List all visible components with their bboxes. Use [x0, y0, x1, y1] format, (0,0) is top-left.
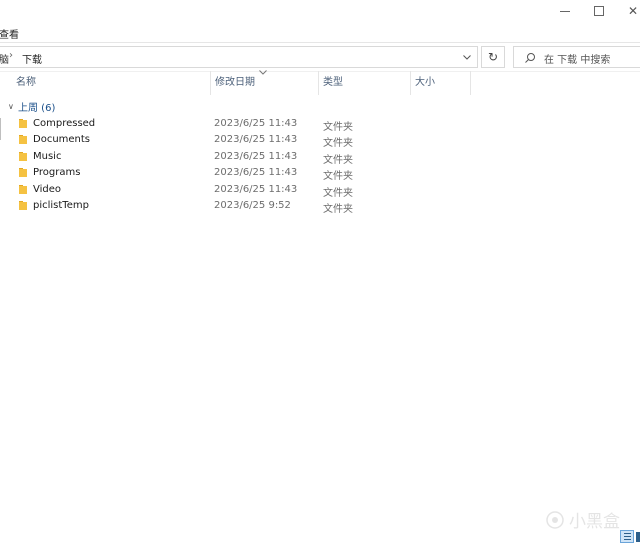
breadcrumb-this-pc[interactable]: 脑 — [0, 51, 9, 66]
file-name: Programs — [33, 167, 81, 179]
file-name: Video — [33, 183, 62, 195]
group-header-last-week[interactable]: ∨ 上周 (6) — [8, 99, 55, 114]
file-type: 文件夹 — [323, 154, 353, 166]
folder-icon — [19, 168, 27, 178]
ribbon-tabs: 查看 — [0, 22, 640, 43]
search-icon — [525, 53, 535, 63]
sort-indicator-icon — [259, 68, 267, 77]
file-explorer-window: ✕ 查看 脑 › 下载 ↻ 在 下载 中搜索 名称 修改日期 类型 大小 ∨ 上… — [0, 0, 640, 546]
file-date: 2023/6/25 11:43 — [214, 183, 298, 195]
file-type: 文件夹 — [323, 138, 353, 150]
file-list: Compressed 2023/6/25 11:43 文件夹 Documents… — [0, 116, 640, 215]
address-bar[interactable]: 脑 › 下载 — [0, 46, 478, 68]
file-name: Documents — [33, 134, 91, 146]
folder-icon — [19, 200, 27, 210]
title-bar: ✕ — [0, 0, 640, 22]
folder-icon — [19, 151, 27, 161]
file-date: 2023/6/25 11:43 — [214, 134, 298, 146]
file-type: 文件夹 — [323, 122, 353, 133]
tab-view[interactable]: 查看 — [0, 26, 19, 41]
minimize-button[interactable] — [548, 0, 582, 22]
file-date: 2023/6/25 11:43 — [214, 150, 298, 162]
file-date: 2023/6/25 11:43 — [214, 167, 298, 179]
group-label: 上周 (6) — [18, 103, 56, 114]
search-placeholder: 在 下载 中搜索 — [544, 55, 611, 66]
address-row: 脑 › 下载 ↻ 在 下载 中搜索 — [0, 43, 640, 72]
refresh-button[interactable]: ↻ — [481, 46, 505, 68]
list-item[interactable]: Video 2023/6/25 11:43 文件夹 — [0, 182, 640, 199]
collapse-chevron-icon[interactable]: ∨ — [8, 102, 18, 111]
column-header-type[interactable]: 类型 — [318, 71, 410, 95]
folder-icon — [19, 184, 27, 194]
refresh-icon: ↻ — [487, 50, 499, 64]
list-item[interactable]: piclistTemp 2023/6/25 9:52 文件夹 — [0, 198, 640, 215]
search-input[interactable]: 在 下载 中搜索 — [513, 46, 640, 68]
list-item[interactable]: Documents 2023/6/25 11:43 文件夹 — [0, 132, 640, 150]
file-date: 2023/6/25 11:43 — [214, 118, 298, 129]
maximize-button[interactable] — [582, 0, 616, 22]
status-bar — [0, 528, 640, 546]
list-item[interactable]: Programs 2023/6/25 11:43 文件夹 — [0, 165, 640, 183]
column-header-name[interactable]: 名称 — [0, 71, 210, 95]
close-icon: ✕ — [627, 4, 639, 18]
details-view-button[interactable] — [620, 530, 634, 543]
file-type: 文件夹 — [323, 203, 353, 215]
file-date: 2023/6/25 9:52 — [214, 199, 291, 211]
large-icons-view-button[interactable] — [636, 532, 640, 542]
breadcrumb-separator-icon[interactable]: › — [9, 50, 13, 61]
file-name: piclistTemp — [33, 199, 89, 211]
column-headers: 名称 修改日期 类型 大小 — [0, 71, 640, 95]
maximize-icon — [594, 6, 604, 16]
folder-icon — [19, 135, 27, 145]
list-item[interactable]: Music 2023/6/25 11:43 文件夹 — [0, 149, 640, 166]
breadcrumb-downloads[interactable]: 下载 — [22, 51, 42, 66]
close-button[interactable]: ✕ — [616, 0, 640, 22]
chevron-down-icon[interactable] — [461, 50, 473, 64]
file-name: Compressed — [33, 118, 96, 129]
list-item[interactable]: Compressed 2023/6/25 11:43 文件夹 — [0, 116, 640, 133]
file-name: Music — [33, 150, 62, 162]
folder-icon — [19, 119, 27, 128]
file-type: 文件夹 — [323, 171, 353, 183]
watermark-logo-icon — [546, 510, 564, 529]
file-type: 文件夹 — [323, 187, 353, 199]
column-header-size[interactable]: 大小 — [410, 71, 471, 95]
minimize-icon — [560, 10, 570, 12]
